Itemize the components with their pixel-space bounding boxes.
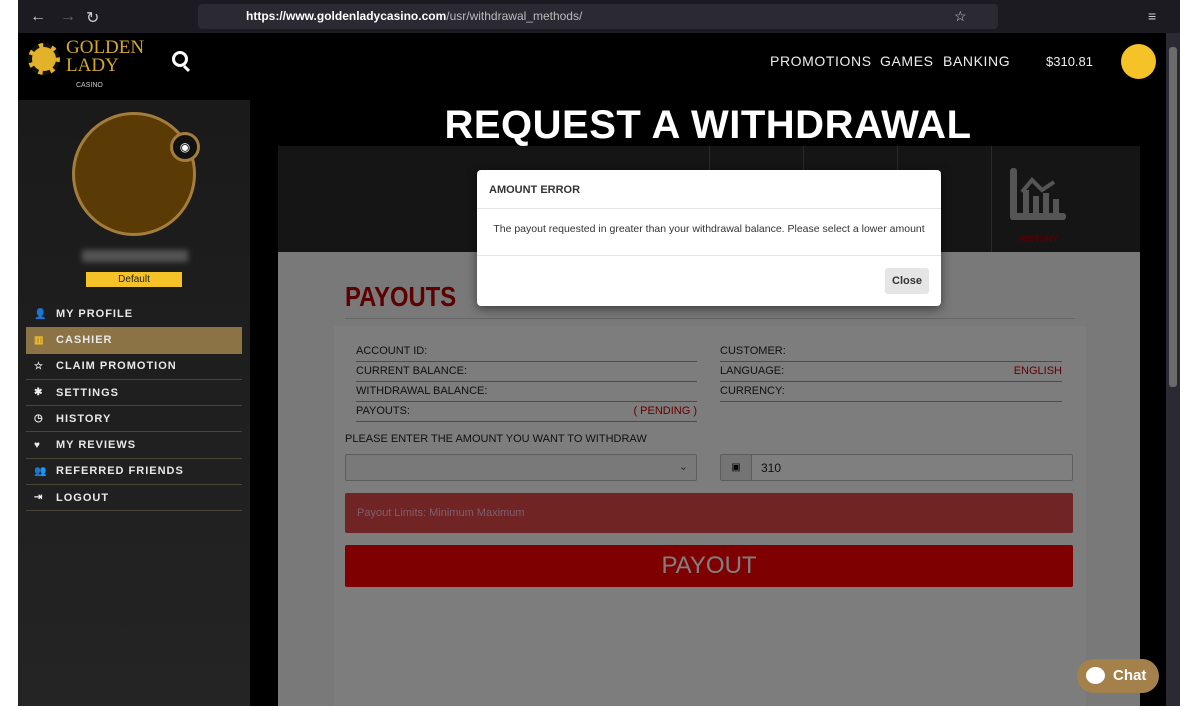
sidebar-item-referred-friends[interactable]: 👥 REFERRED FRIENDS xyxy=(26,459,242,486)
sidebar-item-label: CLAIM PROMOTION xyxy=(56,360,177,373)
sidebar-item-label: HISTORY xyxy=(56,412,112,425)
dialog-title: AMOUNT ERROR xyxy=(477,170,941,209)
chat-label: Chat xyxy=(1113,667,1147,684)
forward-icon[interactable]: → xyxy=(60,8,76,26)
user-icon: 👤 xyxy=(34,308,48,320)
close-button[interactable]: Close xyxy=(885,268,929,294)
sidebar-item-label: MY PROFILE xyxy=(56,308,134,321)
search-icon[interactable] xyxy=(172,51,188,67)
clock-icon: ◷ xyxy=(34,413,44,425)
sidebar-item-label: REFERRED FRIENDS xyxy=(56,465,184,478)
sidebar-item-label: SETTINGS xyxy=(56,386,120,399)
logo-chip-icon xyxy=(28,43,60,75)
dialog-message: The payout requested in greater than you… xyxy=(477,209,941,256)
sidebar-item-label: CASHIER xyxy=(56,334,113,347)
sidebar: ◉ Default 👤 MY PROFILE ▥ CASHIER ☆ CLAIM PROM… xyxy=(18,100,250,706)
browser-toolbar: ← → ↻ https://www.goldenladycasino.com/u… xyxy=(18,0,1180,33)
status-badge: Default xyxy=(86,272,182,287)
url-path: /usr/withdrawal_methods/ xyxy=(446,9,583,23)
logo-text: LADY xyxy=(66,55,119,76)
address-bar[interactable]: https://www.goldenladycasino.com/usr/wit… xyxy=(198,4,998,29)
amount-error-dialog: AMOUNT ERROR The payout requested in gre… xyxy=(477,170,941,306)
heart-icon: ♥ xyxy=(34,439,41,451)
url-domain: https://www.goldenladycasino.com xyxy=(246,9,447,23)
sidebar-item-history[interactable]: ◷ HISTORY xyxy=(26,406,242,433)
nav-banking[interactable]: BANKING xyxy=(943,53,1010,69)
reload-icon[interactable]: ↻ xyxy=(86,8,99,28)
camera-icon[interactable]: ◉ xyxy=(170,132,200,162)
sidebar-item-cashier[interactable]: ▥ CASHIER xyxy=(26,327,242,354)
profile-avatar xyxy=(72,112,196,236)
gear-icon: ✱ xyxy=(34,387,44,399)
page-title: REQUEST A WITHDRAWAL xyxy=(444,103,972,147)
scrollbar[interactable] xyxy=(1166,33,1180,706)
nav-games[interactable]: GAMES xyxy=(880,53,934,69)
chat-button[interactable]: Chat xyxy=(1077,659,1159,693)
username-blurred xyxy=(82,250,188,262)
user-plus-icon: 👥 xyxy=(34,465,48,477)
logout-icon: ⇥ xyxy=(34,492,44,504)
user-avatar[interactable] xyxy=(1121,44,1156,79)
balance: $310.81 xyxy=(1046,54,1093,69)
logo-subtext: CASINO xyxy=(76,82,103,89)
page: GOLDEN LADY CASINO PROMOTIONS GAMES BANKI… xyxy=(18,33,1166,706)
bank-icon: ▥ xyxy=(34,334,45,346)
sidebar-item-label: MY REVIEWS xyxy=(56,439,137,452)
nav-promotions[interactable]: PROMOTIONS xyxy=(770,53,872,69)
star-icon: ☆ xyxy=(34,360,44,372)
bookmark-star-icon[interactable]: ☆ xyxy=(954,8,967,25)
back-icon[interactable]: ← xyxy=(30,8,46,26)
scrollbar-thumb[interactable] xyxy=(1169,47,1177,387)
sidebar-item-label: LOGOUT xyxy=(56,491,110,504)
sidebar-item-my-reviews[interactable]: ♥ MY REVIEWS xyxy=(26,432,242,459)
sidebar-item-settings[interactable]: ✱ SETTINGS xyxy=(26,380,242,407)
sidebar-item-claim-promotion[interactable]: ☆ CLAIM PROMOTION xyxy=(26,354,242,380)
sidebar-item-my-profile[interactable]: 👤 MY PROFILE xyxy=(26,301,242,327)
sidebar-menu: 👤 MY PROFILE ▥ CASHIER ☆ CLAIM PROMOTION ✱ SETT… xyxy=(26,301,242,512)
sidebar-item-logout[interactable]: ⇥ LOGOUT xyxy=(26,485,242,512)
menu-icon[interactable]: ≡ xyxy=(1148,8,1156,24)
